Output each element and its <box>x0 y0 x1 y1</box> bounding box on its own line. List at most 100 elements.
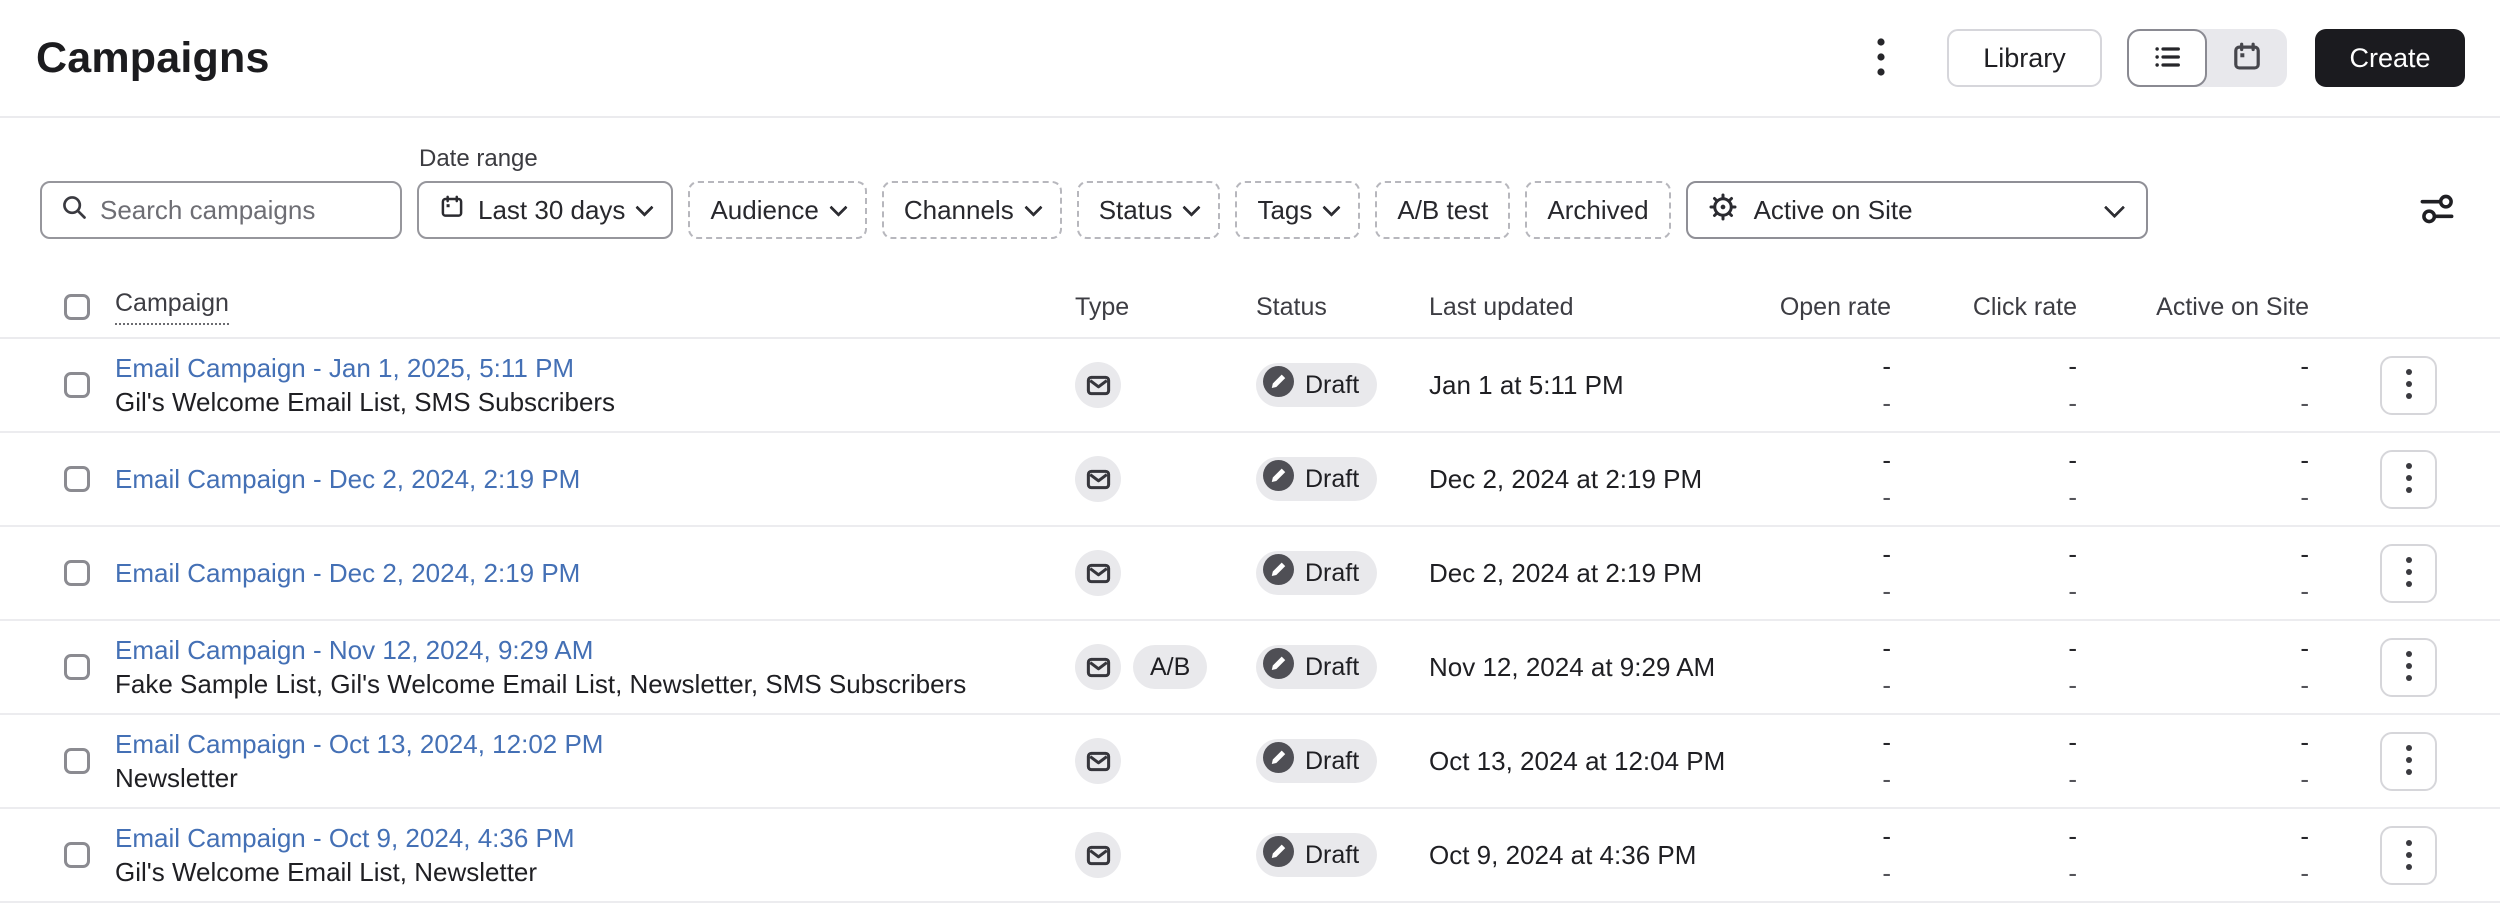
filter-label: Archived <box>1547 194 1649 225</box>
filter-channels[interactable]: Channels <box>881 181 1062 239</box>
email-envelope-icon <box>1075 644 1121 690</box>
filter-status[interactable]: Status <box>1076 181 1221 239</box>
filter-label: Tags <box>1257 194 1313 225</box>
active-on-site-value: - <box>2300 351 2309 381</box>
status-label: Draft <box>1305 840 1360 869</box>
type-cell: A/B <box>1075 644 1256 690</box>
search-input[interactable] <box>100 194 384 226</box>
row-checkbox[interactable] <box>64 748 90 774</box>
column-header-status: Status <box>1256 292 1327 321</box>
search-icon <box>60 193 88 228</box>
status-badge: Draft <box>1256 833 1378 877</box>
row-checkbox[interactable] <box>64 654 90 680</box>
sliders-icon <box>2414 186 2460 235</box>
click-rate-cell: - - <box>2068 348 2105 422</box>
click-rate-value: - <box>2068 539 2077 569</box>
filter-tags[interactable]: Tags <box>1235 181 1361 239</box>
open-rate-secondary: - <box>1882 764 1891 794</box>
open-rate-cell: - - <box>1882 536 1919 610</box>
active-on-site-value: - <box>2300 539 2309 569</box>
view-toggle <box>2127 29 2287 87</box>
campaign-cell: Email Campaign - Dec 2, 2024, 2:19 PM <box>115 464 1075 495</box>
more-vert-icon <box>1875 34 1887 83</box>
chevron-down-icon <box>1182 197 1202 217</box>
row-checkbox[interactable] <box>64 842 90 868</box>
row-checkbox[interactable] <box>64 560 90 586</box>
calendar-view-button[interactable] <box>2207 29 2287 87</box>
active-on-site-value: - <box>2300 821 2309 851</box>
open-rate-secondary: - <box>1882 576 1891 606</box>
active-on-site-cell: - - <box>2300 630 2337 704</box>
last-updated: Oct 13, 2024 at 12:04 PM <box>1429 745 1726 776</box>
filter-label: Channels <box>903 194 1014 225</box>
last-updated: Dec 2, 2024 at 2:19 PM <box>1429 463 1703 494</box>
campaign-cell: Email Campaign - Dec 2, 2024, 2:19 PM <box>115 558 1075 589</box>
open-rate-cell: - - <box>1882 348 1919 422</box>
draft-pencil-icon <box>1263 460 1294 498</box>
row-menu-icon <box>2405 840 2412 870</box>
type-cell <box>1075 832 1256 878</box>
ab-test-badge: A/B <box>1133 645 1208 689</box>
open-rate-value: - <box>1882 445 1891 475</box>
select-all-checkbox[interactable] <box>64 294 90 320</box>
open-rate-secondary: - <box>1882 670 1891 700</box>
active-on-site-value: - <box>2300 727 2309 757</box>
campaign-link[interactable]: Email Campaign - Nov 12, 2024, 9:29 AM <box>115 635 1075 666</box>
click-rate-secondary: - <box>2068 858 2077 888</box>
metric-column-select[interactable]: Active on Site <box>1685 181 2148 239</box>
column-header-active-on-site: Active on Site <box>2156 292 2309 321</box>
row-checkbox[interactable] <box>64 466 90 492</box>
filter-archived[interactable]: Archived <box>1525 181 1671 239</box>
date-range-group: Date range Last 30 days <box>417 145 674 239</box>
date-range-label: Date range <box>419 145 538 172</box>
click-rate-value: - <box>2068 633 2077 663</box>
filter-ab-test[interactable]: A/B test <box>1375 181 1511 239</box>
metric-select-value: Active on Site <box>1753 194 1913 225</box>
open-rate-value: - <box>1882 539 1891 569</box>
row-menu-button[interactable] <box>2380 449 2437 509</box>
row-menu-button[interactable] <box>2380 355 2437 415</box>
campaign-link[interactable]: Email Campaign - Jan 1, 2025, 5:11 PM <box>115 353 1075 384</box>
campaign-link[interactable]: Email Campaign - Oct 9, 2024, 4:36 PM <box>115 823 1075 854</box>
click-rate-secondary: - <box>2068 482 2077 512</box>
open-rate-cell: - - <box>1882 724 1919 798</box>
chevron-down-icon <box>829 197 848 217</box>
row-menu-icon <box>2404 461 2414 498</box>
click-rate-cell: - - <box>2068 630 2105 704</box>
status-badge: Draft <box>1256 363 1378 407</box>
table-row: Email Campaign - Dec 2, 2024, 2:19 PM Dr… <box>0 433 2500 527</box>
active-on-site-secondary: - <box>2300 388 2309 418</box>
row-menu-button[interactable] <box>2380 825 2437 885</box>
click-rate-value: - <box>2068 727 2077 757</box>
campaign-audiences: Gil's Welcome Email List, Newsletter <box>115 856 538 887</box>
open-rate-value: - <box>1882 633 1891 663</box>
status-badge: Draft <box>1256 739 1378 783</box>
create-button[interactable]: Create <box>2315 29 2465 87</box>
table-settings-button[interactable] <box>2409 181 2465 239</box>
email-envelope-icon <box>1075 550 1121 596</box>
row-menu-button[interactable] <box>2380 637 2437 697</box>
draft-pencil-icon <box>1263 742 1294 780</box>
campaign-cell: Email Campaign - Nov 12, 2024, 9:29 AM F… <box>115 635 1075 700</box>
column-header-campaign[interactable]: Campaign <box>115 289 229 325</box>
email-envelope-icon <box>1075 456 1121 502</box>
chevron-down-icon <box>2103 196 2125 218</box>
click-rate-value: - <box>2068 445 2077 475</box>
campaign-link[interactable]: Email Campaign - Dec 2, 2024, 2:19 PM <box>115 558 1075 589</box>
search-box[interactable] <box>40 181 402 239</box>
library-button[interactable]: Library <box>1947 29 2102 87</box>
list-view-button[interactable] <box>2127 29 2207 87</box>
filter-bar: Date range Last 30 days Audience Channel… <box>0 118 2500 239</box>
row-menu-icon <box>2404 743 2414 780</box>
header-more-button[interactable] <box>1859 29 1903 87</box>
row-menu-button[interactable] <box>2380 543 2437 603</box>
row-checkbox[interactable] <box>64 372 90 398</box>
row-menu-button[interactable] <box>2380 731 2437 791</box>
filter-audience[interactable]: Audience <box>688 181 867 239</box>
date-range-dropdown[interactable]: Last 30 days <box>417 181 674 239</box>
campaign-link[interactable]: Email Campaign - Dec 2, 2024, 2:19 PM <box>115 464 1075 495</box>
click-rate-cell: - - <box>2068 724 2105 798</box>
open-rate-value: - <box>1882 351 1891 381</box>
campaign-link[interactable]: Email Campaign - Oct 13, 2024, 12:02 PM <box>115 729 1075 760</box>
page-header: Campaigns Library Create <box>0 0 2500 118</box>
